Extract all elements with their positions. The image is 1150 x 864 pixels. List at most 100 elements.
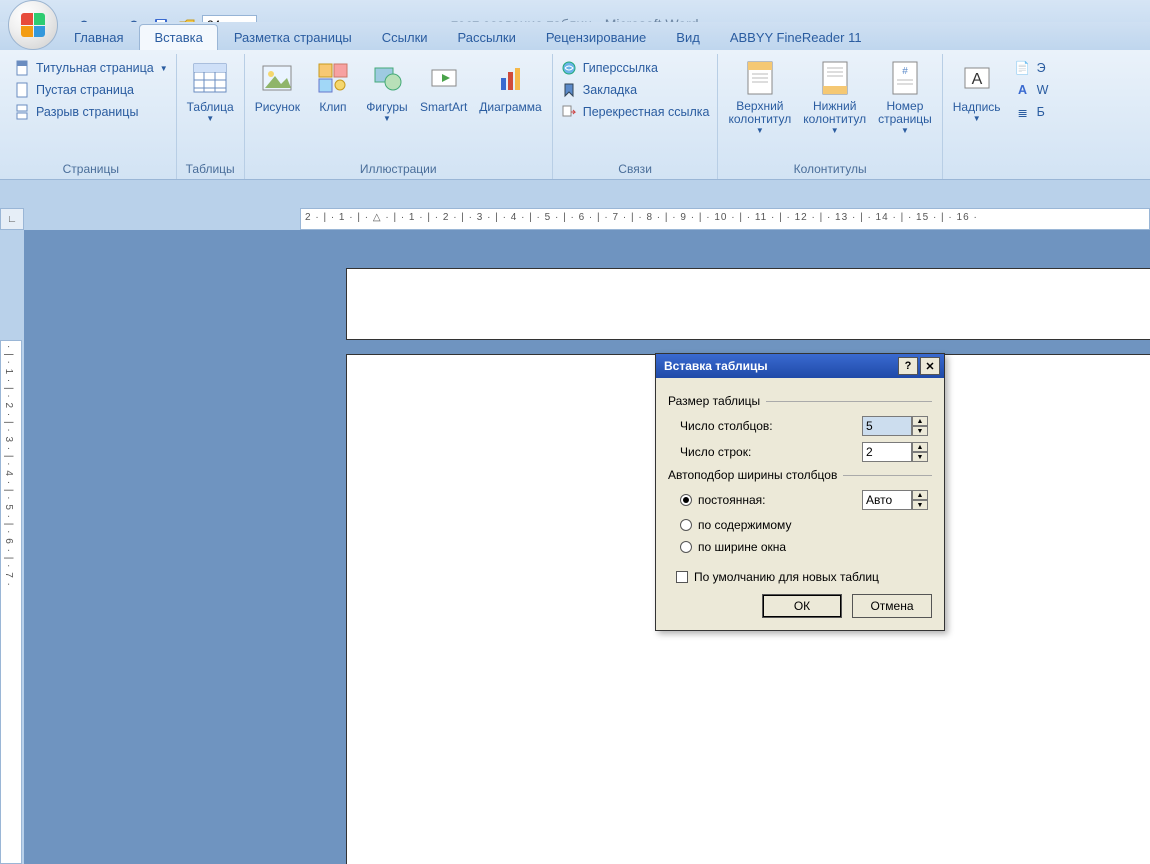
fixed-width-spinner[interactable]: ▲▼	[862, 490, 932, 510]
table-icon	[192, 60, 228, 96]
ruler-corner[interactable]: ∟	[0, 208, 24, 230]
tab-abbyy[interactable]: ABBYY FineReader 11	[716, 25, 876, 50]
dropdown-icon: ▼	[831, 126, 839, 135]
office-button[interactable]	[8, 0, 58, 50]
fixed-width-input[interactable]	[862, 490, 912, 510]
dialog-titlebar[interactable]: Вставка таблицы ? ✕	[656, 354, 944, 378]
radio-fit-contents-label[interactable]: по содержимому	[698, 518, 791, 532]
crossref-icon	[561, 104, 577, 120]
radio-fit-window[interactable]	[680, 541, 692, 553]
tab-mailings[interactable]: Рассылки	[444, 25, 530, 50]
extra-item-3[interactable]: ≣Б	[1015, 104, 1049, 120]
pagenum-icon: #	[887, 60, 923, 96]
cover-page-label: Титульная страница	[36, 61, 154, 75]
hyperlink-icon	[561, 60, 577, 76]
header-button[interactable]: Верхний колонтитул ▼	[724, 56, 795, 135]
group-tables: Таблица ▼ Таблицы	[177, 54, 245, 179]
rows-input[interactable]	[862, 442, 912, 462]
dropdown-icon: ▼	[973, 114, 981, 123]
remember-checkbox[interactable]	[676, 571, 688, 583]
remember-label[interactable]: По умолчанию для новых таблиц	[694, 570, 879, 584]
cover-page-button[interactable]: Титульная страница ▼	[14, 60, 168, 76]
group-illustrations: Рисунок Клип Фигуры ▼ SmartArt Диаграмма…	[245, 54, 553, 179]
rows-spinner[interactable]: ▲▼	[862, 442, 932, 462]
chart-button[interactable]: Диаграмма	[475, 56, 545, 114]
cols-spinner[interactable]: ▲▼	[862, 416, 932, 436]
textbox-button[interactable]: A Надпись ▼	[949, 56, 1005, 123]
shapes-label: Фигуры	[366, 100, 407, 114]
group-links-label: Связи	[559, 159, 712, 179]
picture-button[interactable]: Рисунок	[251, 56, 304, 114]
cancel-button[interactable]: Отмена	[852, 594, 932, 618]
chart-label: Диаграмма	[479, 100, 541, 114]
chart-icon	[493, 60, 529, 96]
spin-up-icon[interactable]: ▲	[912, 442, 928, 452]
extra-item-1[interactable]: 📄Э	[1015, 60, 1049, 76]
autofit-section: Автоподбор ширины столбцов	[668, 468, 932, 482]
radio-fixed[interactable]	[680, 494, 692, 506]
ribbon: Титульная страница ▼ Пустая страница Раз…	[0, 50, 1150, 180]
spin-up-icon[interactable]: ▲	[912, 416, 928, 426]
size-section: Размер таблицы	[668, 394, 932, 408]
group-headers: Верхний колонтитул ▼ Нижний колонтитул ▼…	[718, 54, 942, 179]
blank-page-button[interactable]: Пустая страница	[14, 82, 168, 98]
picture-label: Рисунок	[255, 100, 300, 114]
tab-layout[interactable]: Разметка страницы	[220, 25, 366, 50]
page-break-button[interactable]: Разрыв страницы	[14, 104, 168, 120]
footer-button[interactable]: Нижний колонтитул ▼	[799, 56, 870, 135]
bookmark-icon	[561, 82, 577, 98]
spin-down-icon[interactable]: ▼	[912, 426, 928, 436]
spin-up-icon[interactable]: ▲	[912, 490, 928, 500]
smartart-label: SmartArt	[420, 100, 467, 114]
table-label: Таблица	[187, 100, 234, 114]
close-button[interactable]: ✕	[920, 357, 940, 375]
radio-fit-window-label[interactable]: по ширине окна	[698, 540, 786, 554]
cols-input[interactable]	[862, 416, 912, 436]
group-headers-label: Колонтитулы	[724, 159, 935, 179]
page-prev-edge	[346, 268, 1150, 340]
page-break-label: Разрыв страницы	[36, 105, 138, 119]
svg-text:A: A	[971, 71, 982, 88]
bookmark-label: Закладка	[583, 83, 637, 97]
table-button[interactable]: Таблица ▼	[183, 56, 238, 123]
footer-icon	[817, 60, 853, 96]
vertical-ruler[interactable]: · | · 1 · | · 2 · | · 3 · | · 4 · | · 5 …	[0, 340, 22, 864]
dropdown-icon: ▼	[206, 114, 214, 123]
extra-item-2[interactable]: AW	[1015, 82, 1049, 98]
smartart-button[interactable]: SmartArt	[416, 56, 471, 114]
shapes-button[interactable]: Фигуры ▼	[362, 56, 412, 123]
group-links: Гиперссылка Закладка Перекрестная ссылка…	[553, 54, 719, 179]
group-pages-label: Страницы	[12, 159, 170, 179]
dropdown-icon: ▼	[756, 126, 764, 135]
rows-label: Число строк:	[680, 445, 854, 459]
clipart-button[interactable]: Клип	[308, 56, 358, 114]
spin-down-icon[interactable]: ▼	[912, 500, 928, 510]
tab-home[interactable]: Главная	[60, 25, 137, 50]
page-break-icon	[14, 104, 30, 120]
horizontal-ruler[interactable]: 2 · | · 1 · | · △ · | · 1 · | · 2 · | · …	[300, 208, 1150, 230]
picture-icon	[259, 60, 295, 96]
insert-table-dialog: Вставка таблицы ? ✕ Размер таблицы Число…	[655, 353, 945, 631]
crossref-label: Перекрестная ссылка	[583, 105, 710, 119]
ok-button[interactable]: ОК	[762, 594, 842, 618]
pagenum-button[interactable]: # Номер страницы ▼	[874, 56, 936, 135]
dropdown-icon: ▼	[160, 64, 168, 73]
radio-fixed-label[interactable]: постоянная:	[698, 493, 856, 507]
header-label: Верхний колонтитул	[728, 100, 791, 126]
spin-down-icon[interactable]: ▼	[912, 452, 928, 462]
svg-text:#: #	[902, 66, 908, 77]
tab-review[interactable]: Рецензирование	[532, 25, 660, 50]
tab-insert[interactable]: Вставка	[139, 24, 217, 50]
clipart-label: Клип	[319, 100, 346, 114]
ribbon-tabs: Главная Вставка Разметка страницы Ссылки…	[0, 22, 1150, 50]
cols-label: Число столбцов:	[680, 419, 854, 433]
hyperlink-button[interactable]: Гиперссылка	[561, 60, 710, 76]
crossref-button[interactable]: Перекрестная ссылка	[561, 104, 710, 120]
document-area	[24, 230, 1150, 864]
help-button[interactable]: ?	[898, 357, 918, 375]
radio-fit-contents[interactable]	[680, 519, 692, 531]
tab-view[interactable]: Вид	[662, 25, 714, 50]
tab-references[interactable]: Ссылки	[368, 25, 442, 50]
header-icon	[742, 60, 778, 96]
bookmark-button[interactable]: Закладка	[561, 82, 710, 98]
